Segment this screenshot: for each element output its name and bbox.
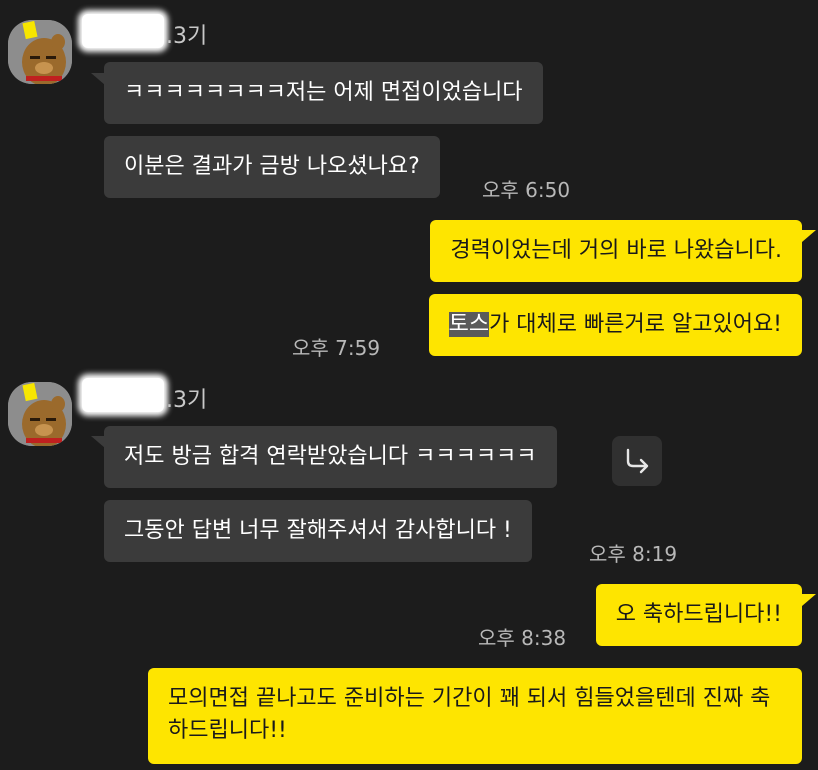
message-text: ㅋㅋㅋㅋㅋㅋㅋㅋ저는 어제 면접이었습니다 — [124, 80, 523, 105]
message-bubble[interactable]: 저도 방금 합격 연락받았습니다 ㅋㅋㅋㅋㅋㅋ — [104, 426, 557, 488]
bubble-tail — [802, 594, 816, 606]
message-time: 오후 8:38 — [478, 626, 567, 650]
sender-name-suffix: .3기 — [166, 388, 208, 413]
message-time: 오후 6:50 — [482, 178, 571, 202]
message-text: 모의면접 끝나고도 준비하는 기간이 꽤 되서 힘들었을텐데 진짜 축하드립니다… — [168, 686, 771, 743]
message-text: 오 축하드립니다!! — [615, 602, 782, 627]
message-text: 저도 방금 합격 연락받았습니다 ㅋㅋㅋㅋㅋㅋ — [124, 444, 537, 469]
message-time: 오후 7:59 — [292, 336, 381, 360]
bubble-tail — [91, 73, 105, 85]
avatar[interactable] — [8, 20, 72, 84]
avatar-icon — [8, 20, 72, 84]
message-bubble[interactable]: 토스가 대체로 빠른거로 알고있어요! — [428, 294, 802, 356]
share-icon — [626, 448, 649, 474]
avatar[interactable] — [8, 382, 72, 446]
message-text: 경력이었는데 거의 바로 나왔습니다. — [450, 238, 782, 263]
message-time: 오후 8:19 — [589, 542, 678, 566]
message-bubble[interactable]: 오 축하드립니다!! — [595, 584, 802, 646]
message-text: 이분은 결과가 금방 나오셨나요? — [124, 154, 420, 179]
avatar-icon — [8, 382, 72, 446]
message-bubble[interactable]: 모의면접 끝나고도 준비하는 기간이 꽤 되서 힘들었을텐데 진짜 축하드립니다… — [148, 668, 802, 764]
share-button[interactable] — [612, 436, 662, 486]
message-bubble[interactable]: 그동안 답변 너무 잘해주셔서 감사합니다 ! — [104, 500, 532, 562]
message-bubble[interactable]: 이분은 결과가 금방 나오셨나요? — [104, 136, 440, 198]
message-bubble[interactable]: 경력이었는데 거의 바로 나왔습니다. — [430, 220, 802, 282]
message-text: 가 대체로 빠른거로 알고있어요! — [489, 312, 782, 337]
sender-name-redacted — [82, 378, 164, 412]
bubble-tail — [802, 230, 816, 242]
sender-name-suffix: .3기 — [166, 24, 208, 49]
sender-name-redacted — [82, 14, 164, 48]
bubble-tail — [91, 436, 105, 448]
highlighted-text: 토스 — [448, 312, 490, 337]
message-text: 그동안 답변 너무 잘해주셔서 감사합니다 ! — [124, 518, 512, 543]
message-bubble[interactable]: ㅋㅋㅋㅋㅋㅋㅋㅋ저는 어제 면접이었습니다 — [104, 62, 543, 124]
